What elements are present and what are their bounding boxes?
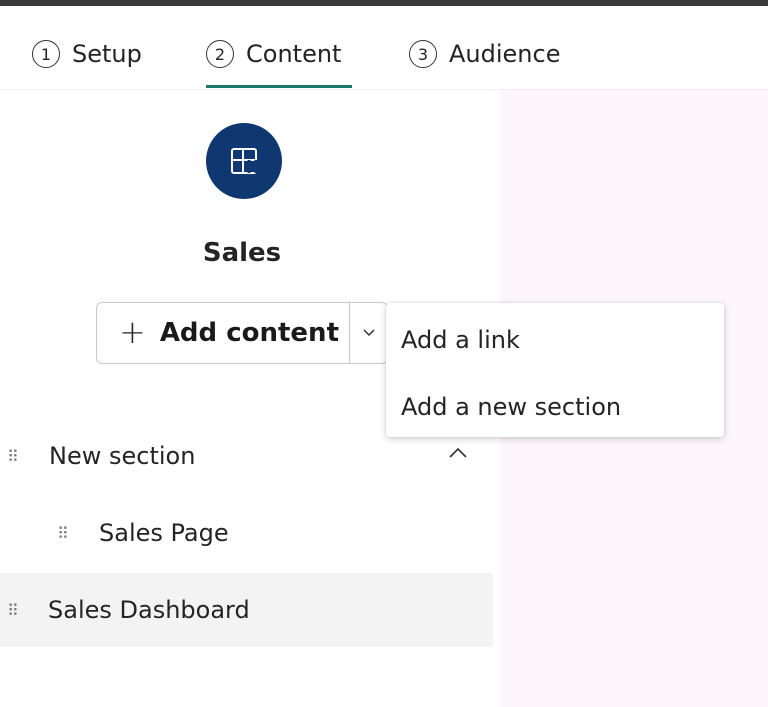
menu-item-add-section[interactable]: Add a new section [386,380,724,434]
add-content-button[interactable]: + Add content [97,303,349,363]
nav-item-sales-page[interactable]: ⠿ Sales Page [0,510,492,556]
tab-audience[interactable]: 3 Audience [409,40,560,88]
add-content-split-button: + Add content [96,302,388,364]
chevron-down-icon [362,329,375,337]
nav-item-label: Sales Dashboard [48,596,250,624]
tab-setup[interactable]: 1 Setup [32,40,142,88]
tab-setup-label: Setup [72,40,142,68]
drag-handle-icon[interactable]: ⠿ [7,447,19,466]
layout-icon [231,148,258,174]
step-number-1: 1 [32,40,60,68]
step-number-3: 3 [409,40,437,68]
drag-handle-icon[interactable]: ⠿ [57,524,69,543]
nav-item-label: New section [49,442,196,470]
menu-item-add-link[interactable]: Add a link [386,313,724,367]
tab-content-label: Content [246,40,342,68]
nav-item-label: Sales Page [99,519,229,547]
app-avatar [206,123,282,199]
nav-item-new-section[interactable]: ⠿ New section [0,433,492,479]
chevron-up-icon[interactable] [446,445,470,461]
plus-icon: + [119,312,146,351]
step-number-2: 2 [206,40,234,68]
add-content-label: Add content [159,318,339,348]
add-content-menu: Add a link Add a new section [386,303,724,437]
tab-content[interactable]: 2 Content [206,40,352,88]
tab-audience-label: Audience [449,40,561,68]
step-tabs: 1 Setup 2 Content 3 Audience [0,6,768,90]
drag-handle-icon[interactable]: ⠿ [7,601,19,620]
app-title: Sales [202,238,282,268]
add-content-dropdown-toggle[interactable] [349,303,387,363]
nav-item-sales-dashboard[interactable]: ⠿ Sales Dashboard [0,573,493,647]
